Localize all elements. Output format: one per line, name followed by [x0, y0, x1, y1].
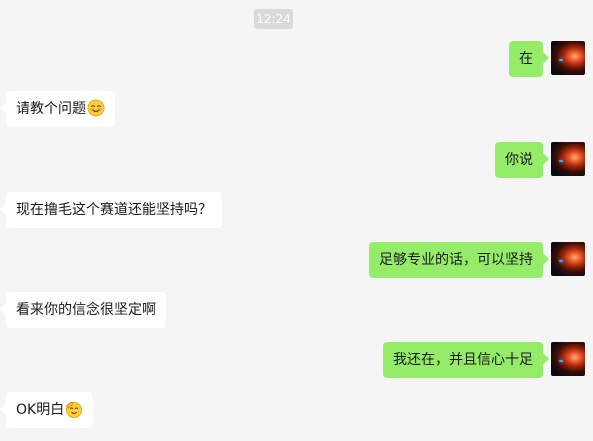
- incoming-message-bubble[interactable]: 请教个问题: [0, 91, 115, 127]
- message-text: 我还在，并且信心十足: [393, 352, 533, 368]
- chat-window: 12:24 在 请教个问题 你说 现在撸毛这个赛道还能坚持吗？ 足够专业的话，可…: [0, 0, 593, 441]
- incoming-message-bubble[interactable]: 现在撸毛这个赛道还能坚持吗？: [0, 192, 222, 228]
- outgoing-message-bubble[interactable]: 足够专业的话，可以坚持: [369, 242, 549, 278]
- message-text: 足够专业的话，可以坚持: [379, 252, 533, 268]
- incoming-message-bubble[interactable]: 看来你的信念很坚定啊: [0, 292, 166, 328]
- message-timestamp: 12:24: [254, 9, 293, 29]
- message-text: OK明白: [16, 402, 65, 418]
- outgoing-message-bubble[interactable]: 你说: [495, 142, 549, 178]
- message-text: 请教个问题: [16, 101, 86, 117]
- saluting-face-emoji-icon: [65, 401, 83, 418]
- outgoing-message-bubble[interactable]: 在: [509, 41, 549, 77]
- incoming-message-bubble[interactable]: OK明白: [0, 392, 94, 428]
- self-avatar[interactable]: [551, 242, 585, 276]
- self-avatar[interactable]: [551, 342, 585, 376]
- self-avatar[interactable]: [551, 41, 585, 75]
- message-text: 在: [519, 51, 533, 67]
- message-text: 你说: [505, 152, 533, 168]
- outgoing-message-bubble[interactable]: 我还在，并且信心十足: [383, 342, 549, 378]
- smiling-face-emoji-icon: [87, 99, 105, 117]
- self-avatar[interactable]: [551, 142, 585, 176]
- message-text: 现在撸毛这个赛道还能坚持吗？: [16, 202, 212, 218]
- message-text: 看来你的信念很坚定啊: [16, 302, 156, 318]
